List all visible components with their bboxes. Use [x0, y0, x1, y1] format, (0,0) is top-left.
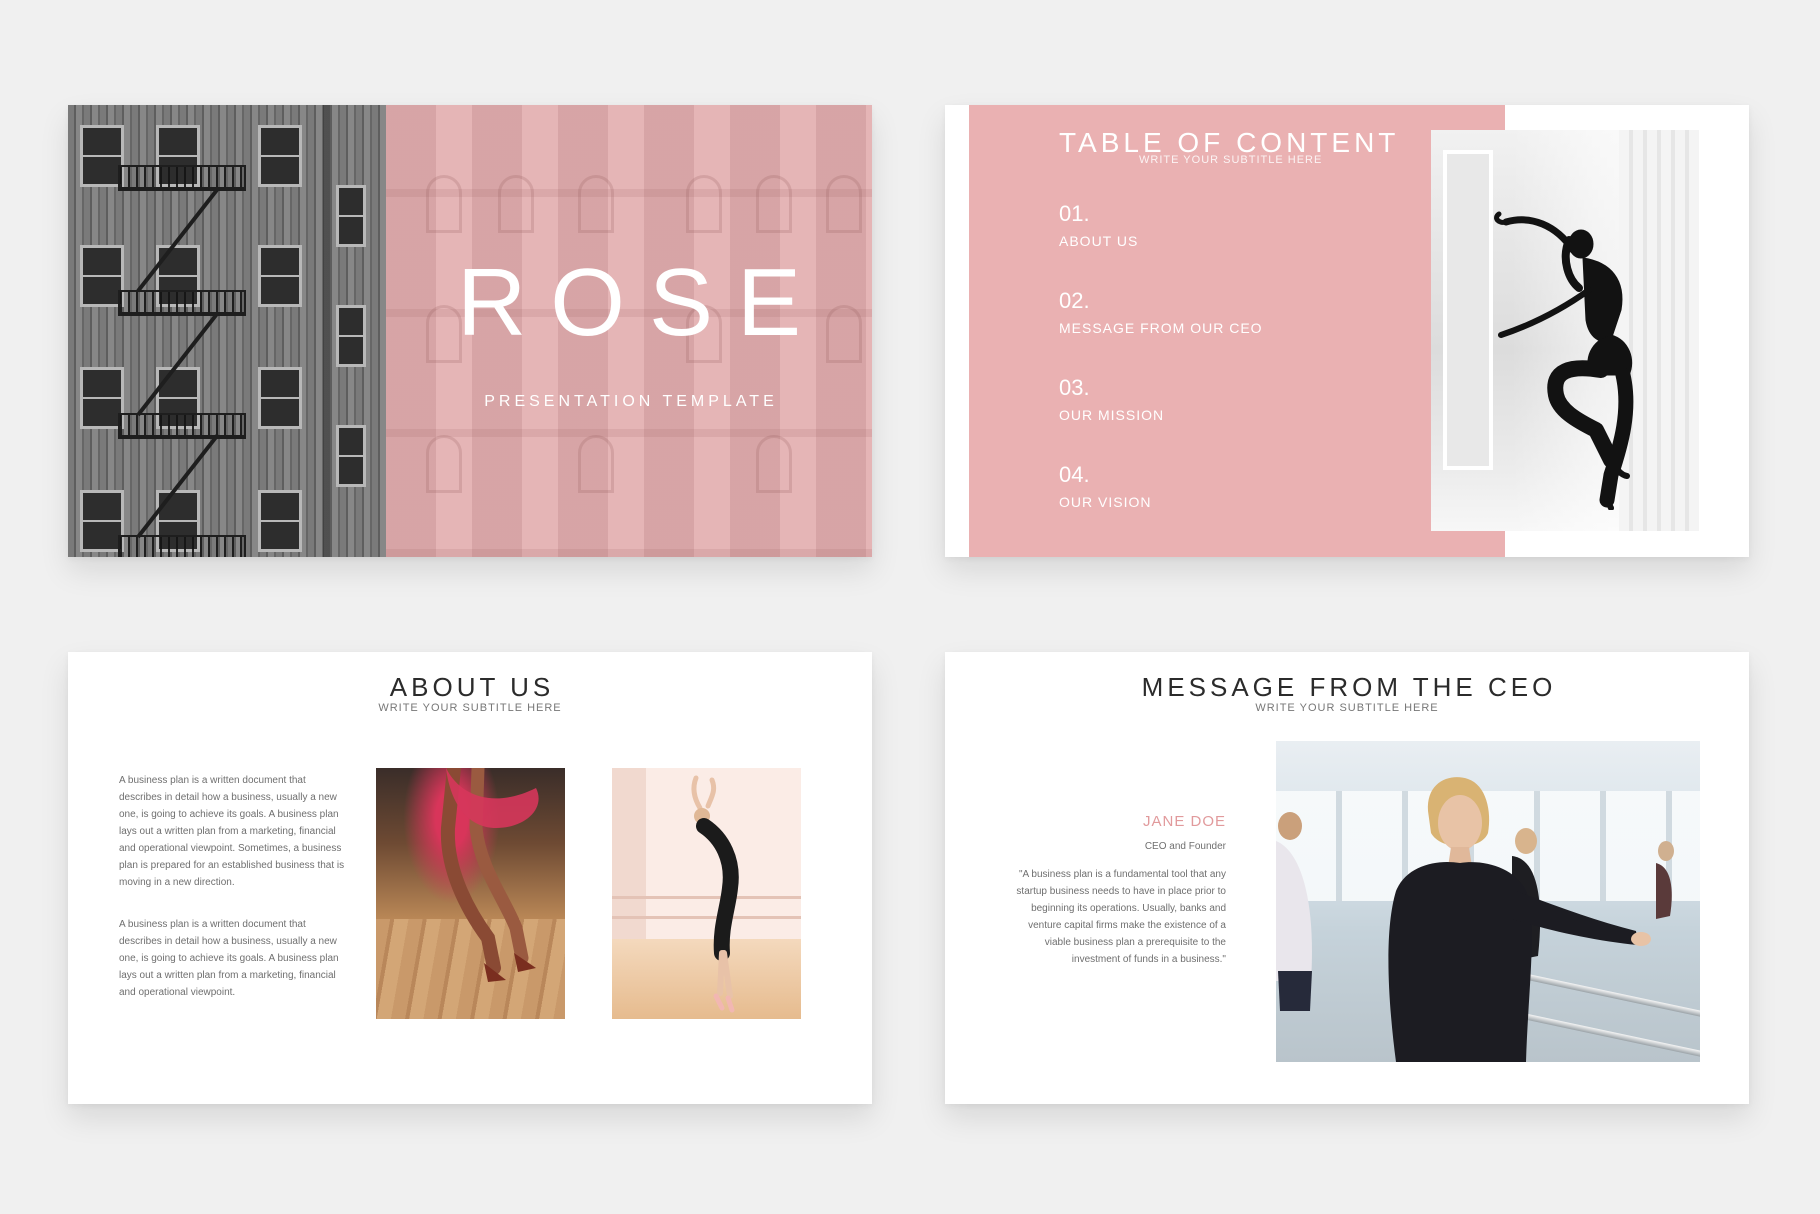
ceo-name: JANE DOE	[1142, 813, 1226, 830]
about-paragraph-1: A business plan is a written document th…	[119, 775, 345, 888]
building-photo	[68, 105, 386, 557]
cover-title: ROSE	[456, 249, 826, 356]
dancer-silhouette	[1494, 211, 1634, 510]
toc-item-number: 01.	[1059, 201, 1090, 226]
toc-item-number: 02.	[1059, 288, 1090, 313]
slide-table-of-content[interactable]: TABLE OF CONTENT WRITE YOUR SUBTITLE HER…	[945, 105, 1749, 557]
toc-item-3[interactable]: 03. OUR MISSION	[1059, 375, 1164, 423]
about-paragraph-2: A business plan is a written document th…	[119, 919, 339, 998]
toc-item-4[interactable]: 04. OUR VISION	[1059, 462, 1151, 510]
about-subtitle: WRITE YOUR SUBTITLE HERE	[378, 702, 562, 714]
ceo-subtitle: WRITE YOUR SUBTITLE HERE	[1255, 702, 1439, 714]
slide-cover[interactable]: ROSE PRESENTATION TEMPLATE	[68, 105, 872, 557]
toc-subtitle: WRITE YOUR SUBTITLE HERE	[1139, 154, 1323, 166]
about-title: ABOUT US	[389, 672, 555, 702]
ceo-photo	[1276, 741, 1700, 1062]
ceo-title: MESSAGE FROM THE CEO	[1141, 672, 1557, 702]
toc-item-label: OUR MISSION	[1059, 407, 1165, 423]
ceo-quote: "A business plan is a fundamental tool t…	[1016, 869, 1226, 965]
ceo-role: CEO and Founder	[1144, 841, 1226, 852]
toc-item-number: 04.	[1059, 462, 1090, 487]
toc-item-1[interactable]: 01. ABOUT US	[1059, 201, 1138, 249]
dancer-legs-photo	[376, 768, 565, 1019]
toc-item-label: ABOUT US	[1059, 233, 1139, 249]
ballet-dancer-photo	[612, 768, 801, 1019]
toc-pink-panel: TABLE OF CONTENT WRITE YOUR SUBTITLE HER…	[969, 105, 1505, 557]
dancer-photo	[1431, 130, 1699, 531]
toc-item-label: MESSAGE FROM OUR CEO	[1059, 320, 1263, 336]
toc-item-label: OUR VISION	[1059, 494, 1152, 510]
toc-item-number: 03.	[1059, 375, 1090, 400]
cover-subtitle: PRESENTATION TEMPLATE	[484, 393, 778, 410]
slide-ceo-message[interactable]: MESSAGE FROM THE CEO WRITE YOUR SUBTITLE…	[945, 652, 1749, 1104]
toc-item-2[interactable]: 02. MESSAGE FROM OUR CEO	[1059, 288, 1263, 336]
slide-about-us[interactable]: ABOUT US WRITE YOUR SUBTITLE HERE A busi…	[68, 652, 872, 1104]
